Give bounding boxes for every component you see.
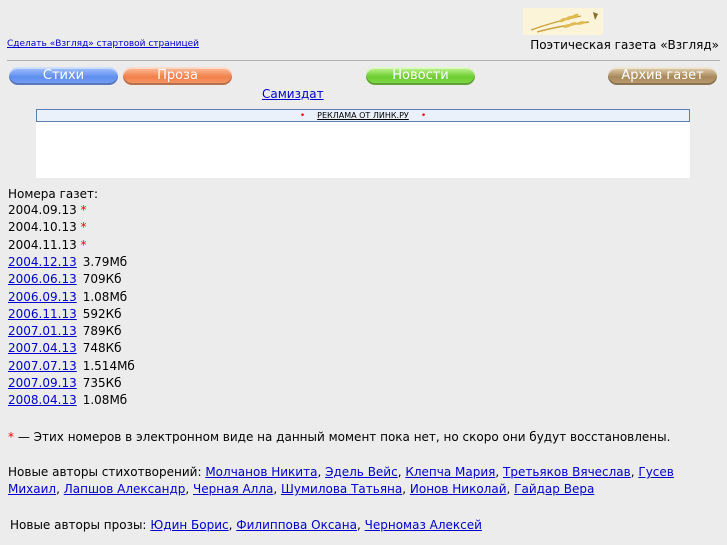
new-poets-section: Новые авторы стихотворений: Молчанов Ник…	[8, 465, 674, 496]
nav-archive-button[interactable]: Архив газет	[608, 67, 717, 85]
ad-label-link[interactable]: РЕКЛАМА ОТ ЛИНК.РУ	[317, 111, 409, 120]
poet-author-link[interactable]: Третьяков Вячеслав	[503, 465, 631, 479]
nav-news-button[interactable]: Новости	[366, 67, 475, 85]
new-prose-section: Новые авторы прозы: Юдин Борис, Филиппов…	[10, 518, 482, 532]
issue-row: 2007.04.13 748Кб	[8, 340, 122, 357]
issue-size: 592Кб	[82, 306, 122, 321]
poet-author-link[interactable]: Эдель Вейс	[325, 465, 398, 479]
poet-author-link[interactable]: Лапшов Александр	[64, 482, 186, 496]
issue-row: 2006.06.13 709Кб	[8, 271, 122, 288]
issue-row: 2004.09.13 *	[8, 202, 87, 219]
poet-author-link[interactable]: Ионов Николай	[410, 482, 507, 496]
missing-marker: *	[80, 203, 87, 217]
issue-size: 3.79Мб	[82, 254, 128, 269]
ad-header: • РЕКЛАМА ОТ ЛИНК.РУ •	[36, 109, 690, 122]
issue-size: 1.08Мб	[82, 289, 128, 304]
issue-row: 2007.07.13 1.514Мб	[8, 358, 135, 375]
issue-link[interactable]: 2007.01.13	[8, 324, 77, 338]
issue-row: 2007.01.13 789Кб	[8, 323, 122, 340]
prose-author-link[interactable]: Черномаз Алексей	[365, 518, 482, 532]
issue-date: 2004.11.13	[8, 237, 77, 252]
issue-size: 1.514Мб	[82, 358, 135, 373]
ad-bullet-left: •	[299, 111, 306, 121]
nav-poems-button[interactable]: Стихи	[9, 67, 118, 85]
missing-marker: *	[80, 220, 87, 235]
issue-size: 735Кб	[82, 376, 122, 390]
issue-size: 748Кб	[82, 341, 122, 356]
issue-row: 2004.12.13 3.79Мб	[8, 254, 127, 271]
issue-link[interactable]: 2007.09.13	[8, 376, 77, 390]
new-prose-label: Новые авторы прозы:	[10, 518, 147, 532]
issue-link[interactable]: 2006.11.13	[8, 307, 77, 321]
logo-image	[523, 8, 603, 35]
issue-row: 2007.09.13 735Кб	[8, 375, 122, 392]
issue-size: 709Кб	[82, 272, 122, 287]
issues-title: Номера газет:	[8, 187, 99, 201]
issue-link[interactable]: 2008.04.13	[8, 393, 77, 407]
issue-row: 2006.09.13 1.08Мб	[8, 289, 127, 306]
make-homepage-link[interactable]: Сделать «Взгляд» стартовой страницей	[7, 39, 199, 49]
poet-author-link[interactable]: Шумилова Татьяна	[281, 482, 402, 496]
issue-link[interactable]: 2007.04.13	[8, 341, 77, 355]
site-title: Поэтическая газета «Взгляд»	[530, 38, 719, 52]
issue-link[interactable]: 2004.12.13	[8, 255, 77, 269]
issue-link[interactable]: 2007.07.13	[8, 359, 77, 373]
missing-issues-note: * — Этих номеров в электронном виде на д…	[8, 430, 670, 444]
nav-prose-button[interactable]: Проза	[123, 67, 232, 85]
poet-author-link[interactable]: Гайдар Вера	[514, 482, 594, 496]
prose-author-link[interactable]: Юдин Борис	[150, 518, 228, 532]
issue-size: 1.08Мб	[82, 393, 128, 408]
note-text: — Этих номеров в электронном виде на дан…	[14, 430, 671, 444]
issue-link[interactable]: 2006.06.13	[8, 272, 77, 286]
issue-row: 2004.11.13 *	[8, 237, 87, 254]
issue-link[interactable]: 2006.09.13	[8, 290, 77, 304]
ad-banner: • РЕКЛАМА ОТ ЛИНК.РУ •	[36, 109, 690, 178]
samizdat-link[interactable]: Самиздат	[262, 87, 324, 101]
new-poets-label: Новые авторы стихотворений:	[8, 465, 202, 479]
issue-size: 789Кб	[82, 324, 122, 339]
issue-date: 2004.10.13	[8, 220, 77, 235]
missing-marker: *	[80, 237, 87, 252]
issue-date: 2004.09.13	[8, 203, 77, 217]
poet-author-link[interactable]: Клепча Мария	[405, 465, 495, 479]
issue-row: 2008.04.13 1.08Мб	[8, 392, 127, 409]
poet-author-link[interactable]: Черная Алла	[193, 482, 273, 496]
issue-row: 2006.11.13 592Кб	[8, 306, 122, 323]
poet-author-link[interactable]: Молчанов Никита	[205, 465, 317, 479]
issue-row: 2004.10.13 *	[8, 219, 87, 236]
prose-author-link[interactable]: Филиппова Оксана	[236, 518, 357, 532]
header-divider	[7, 60, 720, 61]
ad-bullet-right: •	[420, 111, 427, 121]
